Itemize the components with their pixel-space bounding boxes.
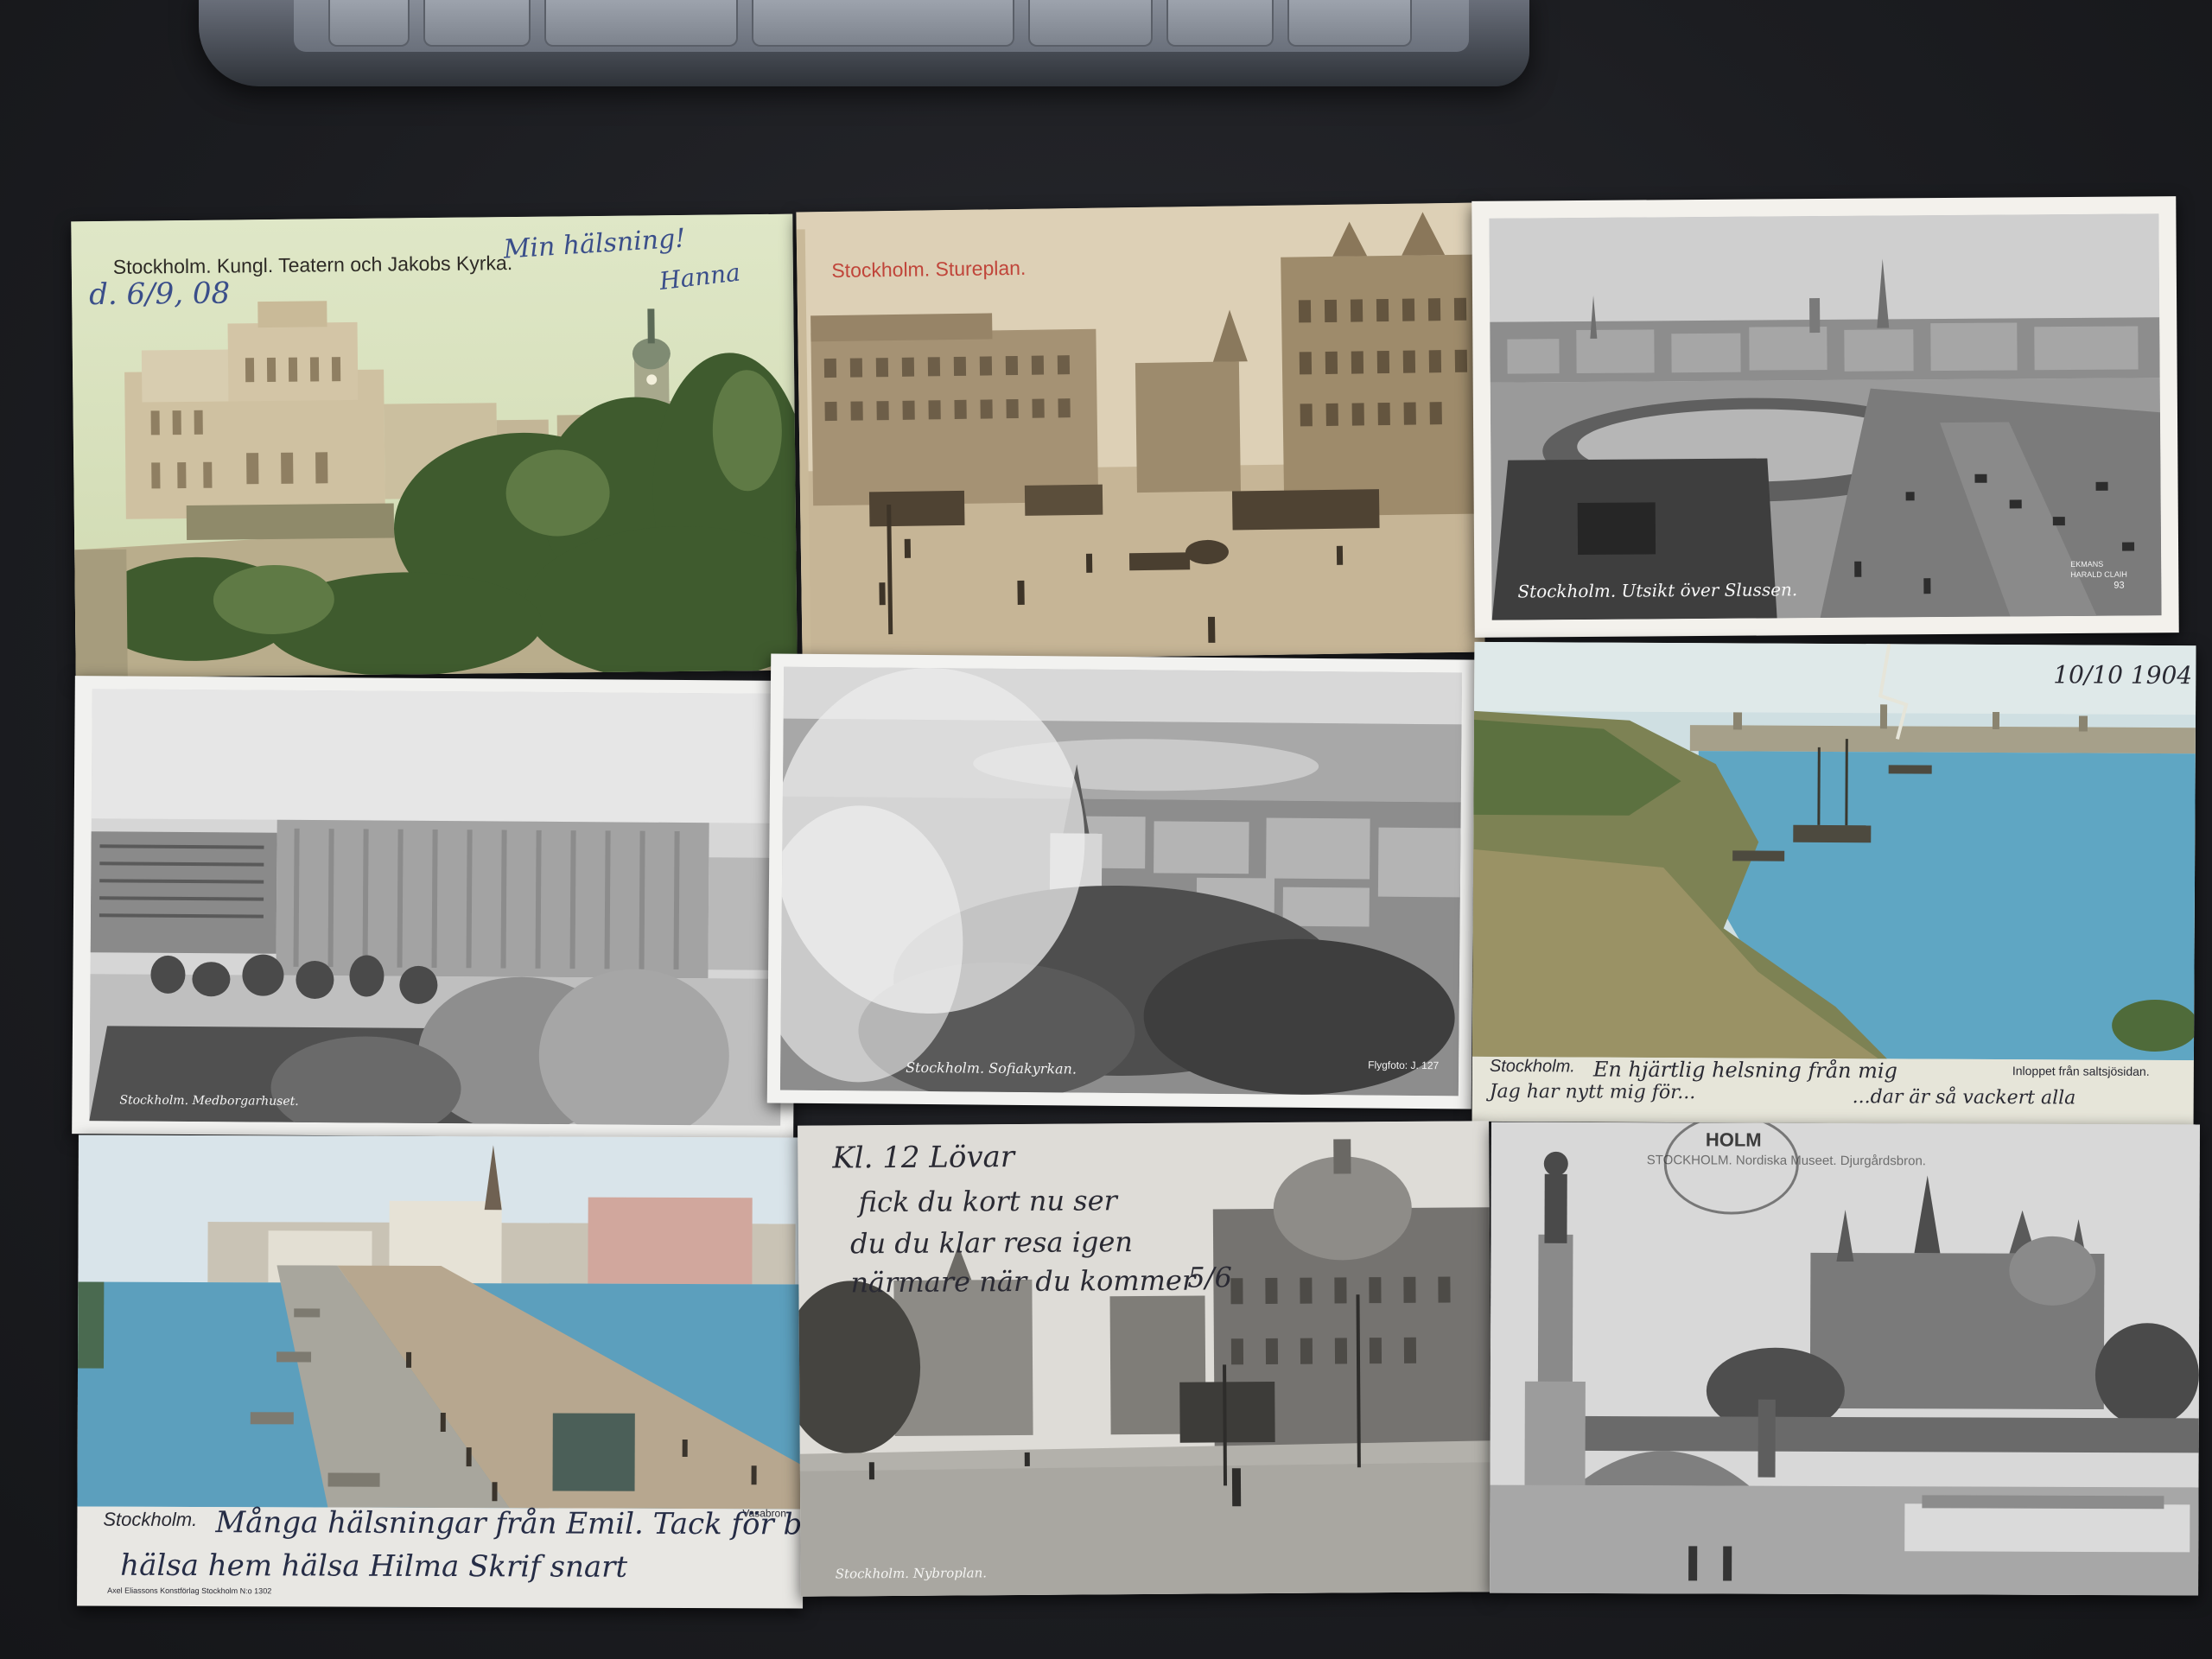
postcard-caption: Stockholm.	[1489, 1056, 1575, 1077]
postcard-photo	[779, 666, 1463, 1096]
postcard-photo	[1489, 213, 2162, 620]
imprint-line: 93	[2113, 580, 2125, 591]
postcard-sofiakyrkan: Stockholm. Sofiakyrkan. Flygfoto: J. 127	[766, 653, 1476, 1109]
postcard-caption: Stockholm. Medborgarhuset.	[119, 1093, 299, 1109]
postcard-caption: Stockholm. Utsikt över Slussen.	[1517, 579, 1798, 602]
postcard-nybroplan: Stockholm. Nybroplan. Kl. 12 Lövar fick …	[798, 1121, 1492, 1597]
imprint-line: HARALD CLAIH	[2070, 569, 2127, 580]
postcard-slussen: Stockholm. Utsikt över Slussen. EKMANS H…	[1471, 196, 2179, 638]
postcard-photo	[77, 1135, 804, 1510]
postmark-text: HOLM	[1705, 1128, 1762, 1151]
handwriting-line: En hjärtlig helsning från mig	[1592, 1057, 1898, 1084]
handwriting-line: närmare när du kommer	[850, 1263, 1196, 1300]
postcard-caption: Stockholm. Nybroplan.	[835, 1565, 988, 1582]
postcard-date: 10/10 1904	[2053, 660, 2193, 690]
postcard-caption: Stockholm.	[103, 1508, 198, 1531]
postcard-subcaption: Inloppet från saltsjösidan.	[2012, 1064, 2150, 1078]
handwriting-line: 5/6	[1187, 1261, 1232, 1294]
handwriting-line: du du klar resa igen	[849, 1225, 1134, 1261]
postcard-caption: Stockholm. Sofiakyrkan.	[906, 1058, 1077, 1077]
postcard-caption: Stockholm. Kungl. Teatern och Jakobs Kyr…	[112, 251, 513, 278]
postcard-medborgarhuset: Stockholm. Medborgarhuset.	[72, 676, 797, 1139]
handwriting-line: Jag har nytt mig för...	[1489, 1080, 1696, 1104]
postcard-stureplan: Stockholm. Stureplan.	[796, 202, 1485, 662]
handwriting-line: Kl. 12 Lövar	[832, 1140, 1015, 1176]
postcard-nordiska: STOCKHOLM. Nordiska Museet. Djurgårdsbro…	[1490, 1122, 2200, 1596]
imprint-line: EKMANS	[2070, 559, 2104, 569]
handwriting-line: d. 6/9, 08	[88, 276, 231, 313]
postcard-caption: Stockholm. Stureplan.	[831, 256, 1027, 282]
handwriting-line: fick du kort nu ser	[858, 1184, 1117, 1219]
postcard-kungl-teatern: Stockholm. Kungl. Teatern och Jakobs Kyr…	[71, 213, 798, 678]
handwriting-line: hälsa hem hälsa Hilma Skrif snart	[120, 1548, 628, 1585]
handwriting-line: ...dar är så vackert alla	[1852, 1086, 2076, 1109]
postcard-saltsjon: Stockholm. Inloppet från saltsjösidan. 1…	[1471, 641, 2196, 1126]
postcard-vasabron: Stockholm. Vasabron Många hälsningar frå…	[77, 1135, 804, 1609]
keyboard	[199, 0, 1529, 86]
keyboard-keys	[294, 0, 1469, 52]
postcard-photo	[1471, 641, 2196, 1061]
postcard-photo	[1490, 1122, 2200, 1596]
publisher-line: Axel Eliassons Konstförlag Stockholm N:o…	[107, 1586, 272, 1596]
handwriting-line: Många hälsningar från Emil. Tack för bre…	[215, 1505, 804, 1542]
imprint-line: Flygfoto: J. 127	[1368, 1058, 1440, 1072]
postcard-photo	[89, 689, 784, 1126]
